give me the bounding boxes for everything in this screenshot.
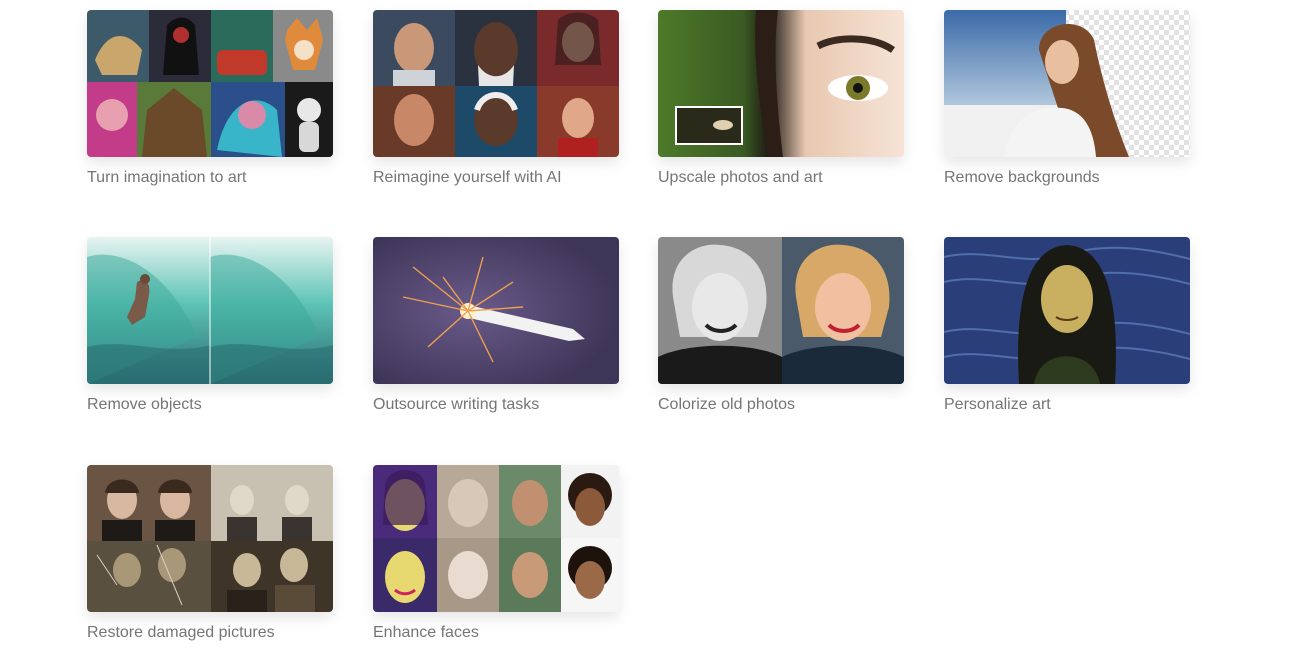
remove-background-portrait-image: [944, 10, 1190, 157]
enhance-faces-grid-image: [373, 465, 619, 612]
feature-label: Remove objects: [87, 396, 202, 413]
mona-lisa-van-gogh-image: [944, 237, 1190, 384]
feature-card-upscale-photos[interactable]: Upscale photos and art: [658, 10, 904, 188]
feature-label: Turn imagination to art: [87, 169, 247, 186]
feature-card-outsource-writing[interactable]: Outsource writing tasks: [373, 237, 619, 415]
feature-card-remove-backgrounds[interactable]: Remove backgrounds: [944, 10, 1190, 188]
feature-card-restore-pictures[interactable]: Restore damaged pictures: [87, 465, 333, 643]
feature-label: Reimagine yourself with AI: [373, 169, 562, 186]
feature-label: Upscale photos and art: [658, 169, 823, 186]
feature-label: Outsource writing tasks: [373, 396, 540, 413]
imagination-art-collage-image: [87, 10, 333, 157]
feature-card-colorize-photos[interactable]: Colorize old photos: [658, 237, 904, 415]
feature-card-reimagine-yourself[interactable]: Reimagine yourself with AI: [373, 10, 619, 188]
colorize-portrait-image: [658, 237, 904, 384]
feature-label: Restore damaged pictures: [87, 624, 275, 641]
upscale-eye-image: [658, 10, 904, 157]
feature-card-remove-objects[interactable]: Remove objects: [87, 237, 333, 415]
sparkler-pen-image: [373, 237, 619, 384]
feature-card-imagination-to-art[interactable]: Turn imagination to art: [87, 10, 333, 188]
feature-label: Personalize art: [944, 396, 1051, 413]
reimagine-portraits-image: [373, 10, 619, 157]
restore-old-photos-image: [87, 465, 333, 612]
remove-objects-wave-image: [87, 237, 333, 384]
feature-label: Colorize old photos: [658, 396, 795, 413]
feature-label: Remove backgrounds: [944, 169, 1100, 186]
feature-card-personalize-art[interactable]: Personalize art: [944, 237, 1190, 415]
feature-card-enhance-faces[interactable]: Enhance faces: [373, 465, 619, 643]
feature-label: Enhance faces: [373, 624, 479, 641]
